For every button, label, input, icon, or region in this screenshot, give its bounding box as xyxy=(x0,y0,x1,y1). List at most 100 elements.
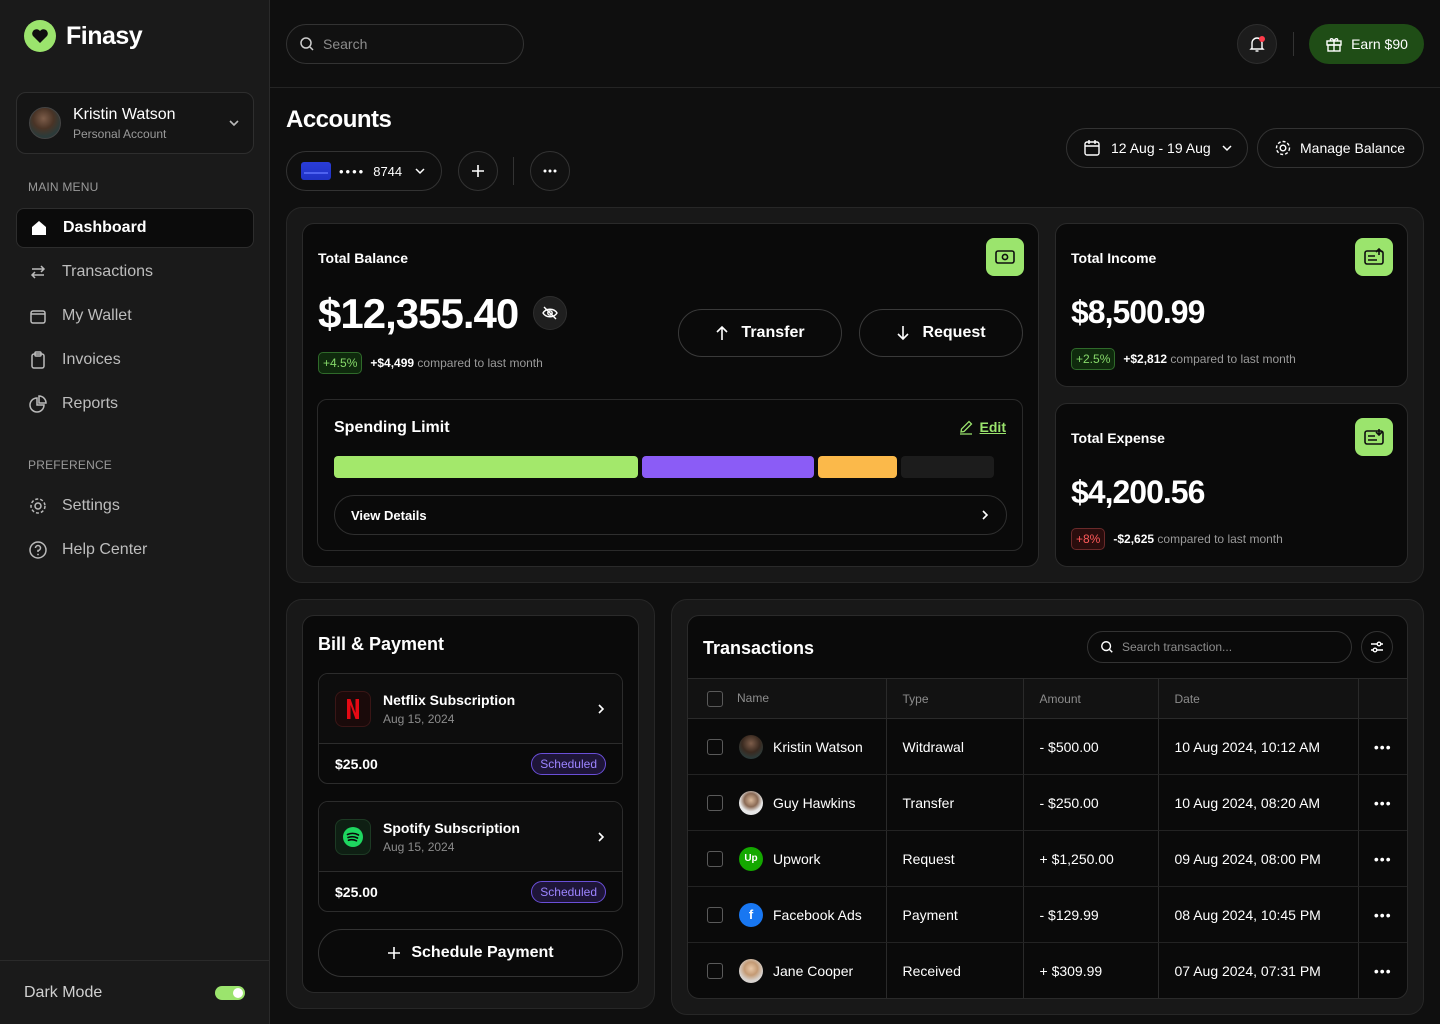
tx-name: Facebook Ads xyxy=(773,906,862,923)
filter-button[interactable] xyxy=(1361,631,1393,663)
date-range-picker[interactable]: 12 Aug - 19 Aug xyxy=(1066,128,1248,168)
sidebar-item-label: Transactions xyxy=(62,263,153,280)
change-amount: +$2,812 xyxy=(1123,352,1168,366)
bill-title: Bill & Payment xyxy=(318,634,445,654)
manage-balance-label: Manage Balance xyxy=(1300,140,1406,156)
income-icon[interactable] xyxy=(1355,238,1393,276)
compare-text: compared to last month xyxy=(1157,532,1283,546)
bill-amount: $25.00 xyxy=(335,884,378,900)
sidebar-item-label: Settings xyxy=(62,497,120,514)
table-row[interactable]: Guy Hawkins Transfer - $250.00 10 Aug 20… xyxy=(688,774,1407,831)
account-switcher[interactable]: Kristin Watson Personal Account xyxy=(16,92,254,154)
search-icon xyxy=(1101,641,1113,653)
tx-amount: + $309.99 xyxy=(1023,942,1159,999)
divider xyxy=(513,157,514,185)
eye-off-icon xyxy=(542,306,558,320)
expense-icon[interactable] xyxy=(1355,418,1393,456)
row-more-icon[interactable]: ••• xyxy=(1358,718,1407,775)
sidebar-item-settings[interactable]: Settings xyxy=(16,486,254,526)
logo[interactable]: Finasy xyxy=(24,20,143,52)
sidebar-item-label: My Wallet xyxy=(62,307,132,324)
tx-amount: + $1,250.00 xyxy=(1023,830,1159,887)
schedule-payment-button[interactable]: Schedule Payment xyxy=(318,929,623,977)
column-header[interactable]: Date xyxy=(1158,678,1359,719)
transaction-search-box[interactable] xyxy=(1087,631,1352,663)
request-button[interactable]: Request xyxy=(859,309,1023,357)
row-checkbox[interactable] xyxy=(707,738,723,755)
bill-item-spotify[interactable]: Spotify Subscription Aug 15, 2024 $25.00… xyxy=(318,801,623,912)
sidebar-item-wallet[interactable]: My Wallet xyxy=(16,296,254,336)
table-row[interactable]: Kristin Watson Witdrawal - $500.00 10 Au… xyxy=(688,718,1407,775)
column-header[interactable]: Type xyxy=(886,678,1024,719)
expense-change: +8% -$2,625 compared to last month xyxy=(1071,528,1283,550)
total-income-card: Total Income $8,500.99 +2.5% +$2,812 com… xyxy=(1055,223,1408,387)
more-options-button[interactable] xyxy=(530,151,570,191)
select-all-checkbox[interactable] xyxy=(707,690,723,707)
row-checkbox[interactable] xyxy=(707,794,723,811)
transactions-title: Transactions xyxy=(703,638,815,658)
row-more-icon[interactable]: ••• xyxy=(1358,774,1407,831)
sidebar-item-dashboard[interactable]: Dashboard xyxy=(16,208,254,248)
chevron-down-icon xyxy=(1222,145,1232,152)
row-more-icon[interactable]: ••• xyxy=(1358,886,1407,943)
search-input[interactable] xyxy=(323,36,503,52)
view-details-button[interactable]: View Details xyxy=(334,495,1007,535)
compare-text: compared to last month xyxy=(417,356,543,370)
dark-mode-toggle[interactable] xyxy=(215,985,245,1000)
transfer-button[interactable]: Transfer xyxy=(678,309,842,357)
chevron-right-icon xyxy=(982,510,989,520)
row-more-icon[interactable]: ••• xyxy=(1358,943,1407,999)
view-details-label: View Details xyxy=(351,507,427,523)
chevron-right-icon xyxy=(598,831,605,842)
card-mask: •••• xyxy=(339,163,366,179)
tx-type: Request xyxy=(886,830,1024,887)
notification-button[interactable] xyxy=(1237,24,1277,64)
help-icon xyxy=(29,541,47,559)
sidebar-item-label: Invoices xyxy=(62,351,121,368)
arrow-up-icon xyxy=(716,325,728,340)
table-row[interactable]: Up Upwork Request + $1,250.00 09 Aug 2024… xyxy=(688,830,1407,887)
date-range-label: 12 Aug - 19 Aug xyxy=(1111,140,1211,156)
sidebar-item-transactions[interactable]: Transactions xyxy=(16,252,254,292)
cash-icon[interactable] xyxy=(986,238,1024,276)
expense-label: Total Expense xyxy=(1071,430,1165,446)
bill-item-netflix[interactable]: Netflix Subscription Aug 15, 2024 $25.00… xyxy=(318,673,623,784)
add-card-button[interactable] xyxy=(458,151,498,191)
column-header[interactable]: Name xyxy=(737,691,769,705)
request-label: Request xyxy=(922,324,986,341)
sidebar-item-help[interactable]: Help Center xyxy=(16,530,254,570)
manage-balance-button[interactable]: Manage Balance xyxy=(1257,128,1424,168)
expense-amount: $4,200.56 xyxy=(1071,474,1205,510)
transaction-search-input[interactable] xyxy=(1122,640,1322,654)
account-type: Personal Account xyxy=(73,126,167,141)
transfer-label: Transfer xyxy=(741,324,805,341)
sidebar-item-invoices[interactable]: Invoices xyxy=(16,340,254,380)
earn-button[interactable]: Earn $90 xyxy=(1309,24,1424,64)
card-selector[interactable]: •••• 8744 xyxy=(286,151,442,191)
search-box[interactable] xyxy=(286,24,524,64)
change-badge: +4.5% xyxy=(318,352,363,374)
edit-limit-link[interactable]: Edit xyxy=(958,419,1006,435)
account-name: Kristin Watson xyxy=(73,105,176,123)
clipboard-icon xyxy=(31,351,45,369)
arrow-down-icon xyxy=(897,326,910,341)
gear-icon xyxy=(30,498,46,514)
gift-icon xyxy=(1326,38,1342,52)
sidebar-item-reports[interactable]: Reports xyxy=(16,384,254,424)
row-more-icon[interactable]: ••• xyxy=(1358,830,1407,887)
table-row[interactable]: Jane Cooper Received + $309.99 07 Aug 20… xyxy=(688,942,1407,999)
balance-change: +4.5% +$4,499 compared to last month xyxy=(318,352,543,374)
row-checkbox[interactable] xyxy=(707,850,723,867)
schedule-payment-label: Schedule Payment xyxy=(411,944,554,961)
spending-segment xyxy=(334,456,638,478)
tx-type: Transfer xyxy=(886,774,1024,831)
filter-icon xyxy=(1371,641,1383,653)
table-row[interactable]: f Facebook Ads Payment - $129.99 08 Aug 2… xyxy=(688,886,1407,943)
income-change: +2.5% +$2,812 compared to last month xyxy=(1071,348,1296,370)
hide-balance-button[interactable] xyxy=(533,296,567,330)
status-badge: Scheduled xyxy=(531,753,606,775)
column-header[interactable]: Amount xyxy=(1023,678,1159,719)
row-checkbox[interactable] xyxy=(707,962,723,979)
chevron-down-icon xyxy=(415,168,425,175)
row-checkbox[interactable] xyxy=(707,906,723,923)
